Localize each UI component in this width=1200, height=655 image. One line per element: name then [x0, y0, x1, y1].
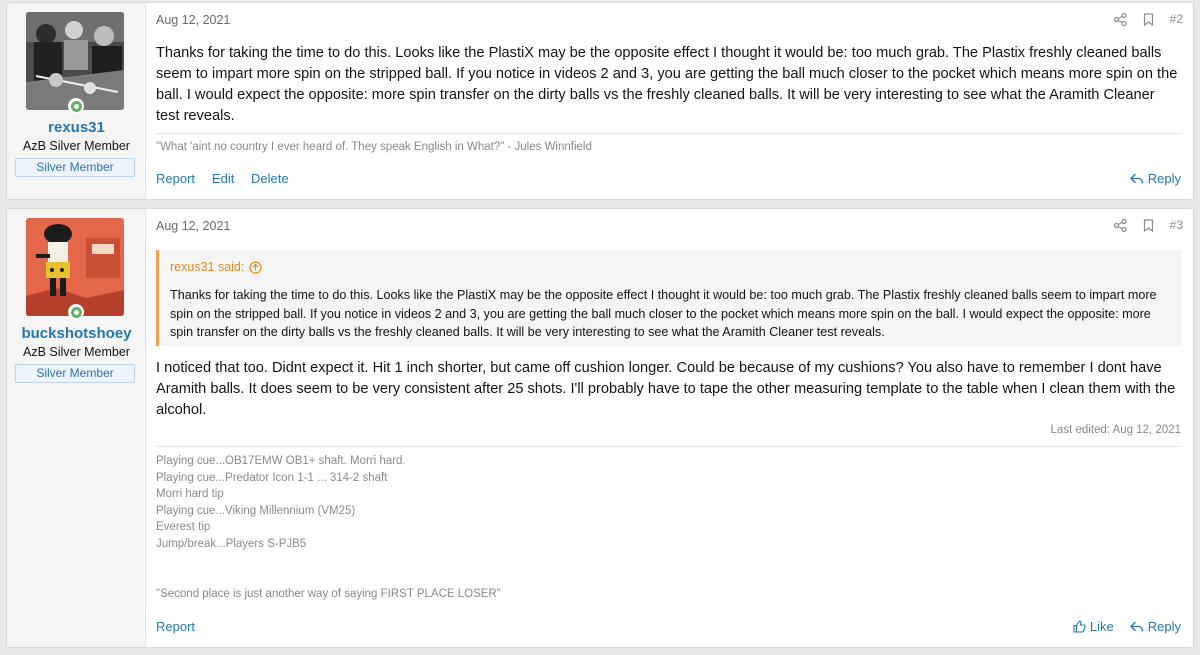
quote-arrow-icon[interactable] — [249, 260, 262, 274]
post-body: I noticed that too. Didnt expect it. Hit… — [156, 360, 1176, 418]
post-2: rexus31 AzB Silver Member Silver Member … — [6, 2, 1194, 200]
username[interactable]: rexus31 — [7, 119, 146, 136]
user-title: AzB Silver Member — [23, 139, 130, 153]
signature: "What 'aint no country I ever heard of. … — [156, 141, 592, 153]
delete-link[interactable]: Delete — [251, 171, 289, 186]
reply-button[interactable]: Reply — [1129, 171, 1181, 186]
post-actions: #2 — [1113, 12, 1183, 26]
post-number[interactable]: #3 — [1170, 218, 1183, 232]
quote-body: Thanks for taking the time to do this. L… — [170, 288, 1157, 339]
signature-line: Jump/break...Players S-PJB5 — [156, 537, 307, 550]
post-date[interactable]: Aug 12, 2021 — [156, 219, 230, 233]
post-content: Aug 12, 2021 #3 rexus31 said: Thanks for… — [146, 209, 1193, 647]
avatar[interactable] — [26, 218, 124, 316]
last-edited: Last edited: Aug 12, 2021 — [1050, 424, 1181, 436]
reply-button[interactable]: Reply — [1129, 619, 1181, 634]
post-footer-actions: Like Reply — [1073, 619, 1181, 634]
post-footer-actions: Reply — [1129, 171, 1181, 186]
post-body: Thanks for taking the time to do this. L… — [156, 45, 1178, 124]
online-status-icon — [68, 98, 84, 114]
post-number[interactable]: #2 — [1170, 12, 1183, 26]
signature-line: Playing cue...Viking Millennium (VM25) — [156, 504, 356, 517]
online-status-icon — [68, 304, 84, 320]
report-link[interactable]: Report — [156, 619, 195, 634]
quote-block: rexus31 said: Thanks for taking the time… — [156, 250, 1181, 346]
reply-icon — [1129, 173, 1143, 184]
signature-divider — [156, 446, 1181, 447]
post-3: buckshotshoey AzB Silver Member Silver M… — [6, 208, 1194, 648]
username[interactable]: buckshotshoey — [7, 325, 146, 342]
like-button[interactable]: Like — [1073, 619, 1114, 634]
edit-link[interactable]: Edit — [212, 171, 234, 186]
post-actions: #3 — [1113, 218, 1183, 232]
report-link[interactable]: Report — [156, 171, 195, 186]
avatar[interactable] — [26, 12, 124, 110]
bookmark-icon[interactable] — [1143, 218, 1154, 232]
reply-label: Reply — [1147, 171, 1181, 186]
signature-line: Playing cue...Predator Icon 1-1 ... 314-… — [156, 471, 388, 484]
like-label: Like — [1089, 619, 1114, 634]
share-icon[interactable] — [1113, 218, 1127, 232]
user-info: rexus31 AzB Silver Member Silver Member — [7, 3, 146, 199]
user-banner: Silver Member — [15, 364, 135, 383]
signature-quote: "Second place is just another way of say… — [156, 588, 501, 600]
share-icon[interactable] — [1113, 12, 1127, 26]
signature-line: Playing cue...OB17EMW OB1+ shaft. Morri … — [156, 455, 406, 467]
post-content: Aug 12, 2021 #2 Thanks for taking the ti… — [146, 3, 1193, 199]
user-title: AzB Silver Member — [23, 345, 130, 359]
quote-header[interactable]: rexus31 said: — [170, 260, 262, 274]
post-date[interactable]: Aug 12, 2021 — [156, 13, 230, 27]
signature-line: Morri hard tip — [156, 488, 224, 500]
quote-author: rexus31 said: — [170, 260, 245, 274]
bookmark-icon[interactable] — [1143, 12, 1154, 26]
signature: Playing cue...OB17EMW OB1+ shaft. Morri … — [156, 453, 406, 552]
signature-line: Everest tip — [156, 521, 211, 533]
like-icon — [1073, 620, 1086, 633]
user-info: buckshotshoey AzB Silver Member Silver M… — [7, 209, 146, 647]
user-banner: Silver Member — [15, 158, 135, 177]
signature-divider — [156, 133, 1181, 134]
reply-label: Reply — [1147, 619, 1181, 634]
reply-icon — [1129, 621, 1143, 632]
